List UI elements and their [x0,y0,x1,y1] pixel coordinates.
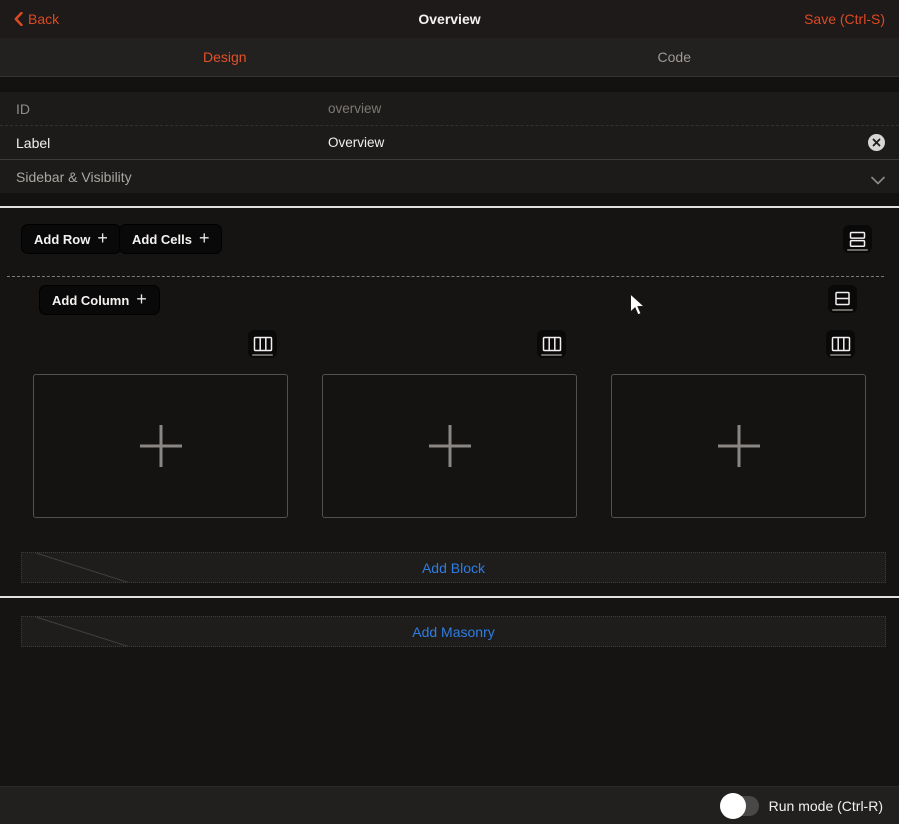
properties-form: ID overview Label Overview Sidebar & Vis… [0,92,899,193]
add-block-label: Add Block [422,560,485,576]
id-field-value[interactable]: overview [328,101,381,116]
column-layout-button-3[interactable] [826,330,855,358]
columns-icon [831,336,851,353]
add-widget-plus-icon [140,425,182,467]
form-row-label[interactable]: Label Overview [0,126,899,160]
drag-underline [832,309,853,311]
cell-layout-button[interactable] [828,285,857,313]
close-icon [872,138,881,147]
add-row-label: Add Row [34,232,90,247]
add-widget-plus-icon [429,425,471,467]
plus-icon: + [199,229,210,247]
add-row-button[interactable]: Add Row + [22,225,120,253]
tab-design[interactable]: Design [0,38,450,76]
add-column-label: Add Column [52,293,129,308]
sidebar-visibility-label: Sidebar & Visibility [16,169,132,185]
empty-cell-placeholder-2[interactable] [322,374,577,518]
drag-underline [541,354,562,356]
form-row-id[interactable]: ID overview [0,92,899,126]
split-rows-icon [834,291,851,307]
add-column-button[interactable]: Add Column + [40,286,159,314]
back-button[interactable]: Back [14,11,59,27]
run-mode-label: Run mode (Ctrl-R) [769,798,883,814]
tab-code[interactable]: Code [450,38,899,76]
tab-bar: Design Code [0,38,899,77]
run-mode-toggle[interactable] [720,793,759,819]
status-bar: Run mode (Ctrl-R) [0,786,899,824]
row-dashed-divider [7,276,884,277]
id-field-label: ID [16,101,30,117]
label-field-value[interactable]: Overview [328,135,384,150]
columns-icon [542,336,562,353]
form-row-sidebar-visibility[interactable]: Sidebar & Visibility [0,160,899,193]
top-bar: Back Overview Save (Ctrl-S) [0,0,899,38]
section-divider [0,596,899,598]
plus-icon: + [136,290,147,308]
drag-underline [847,249,868,251]
placeholder-diagonal [22,553,142,583]
label-field-label: Label [16,135,50,151]
save-button[interactable]: Save (Ctrl-S) [804,11,885,27]
add-masonry-label: Add Masonry [412,624,494,640]
add-widget-plus-icon [718,425,760,467]
add-cells-label: Add Cells [132,232,192,247]
chevron-left-icon [14,12,23,26]
toggle-knob [720,793,746,819]
row-layout-button[interactable] [843,225,872,253]
add-masonry-button[interactable]: Add Masonry [21,616,886,647]
app-window: Back Overview Save (Ctrl-S) Design Code … [0,0,899,824]
clear-label-button[interactable] [868,134,885,151]
column-layout-button-1[interactable] [248,330,277,358]
drag-underline [252,354,273,356]
rows-layout-icon [849,231,866,248]
add-cells-button[interactable]: Add Cells + [120,225,221,253]
layout-builder-canvas: Add Row + Add Cells + Add Column + [0,208,899,786]
plus-icon: + [97,229,108,247]
drag-underline [830,354,851,356]
empty-cell-placeholder-3[interactable] [611,374,866,518]
back-label: Back [28,11,59,27]
chevron-down-icon[interactable] [871,172,885,190]
empty-cell-placeholder-1[interactable] [33,374,288,518]
column-layout-button-2[interactable] [537,330,566,358]
page-title: Overview [0,11,899,27]
placeholder-diagonal [22,617,142,647]
columns-icon [253,336,273,353]
add-block-button[interactable]: Add Block [21,552,886,583]
